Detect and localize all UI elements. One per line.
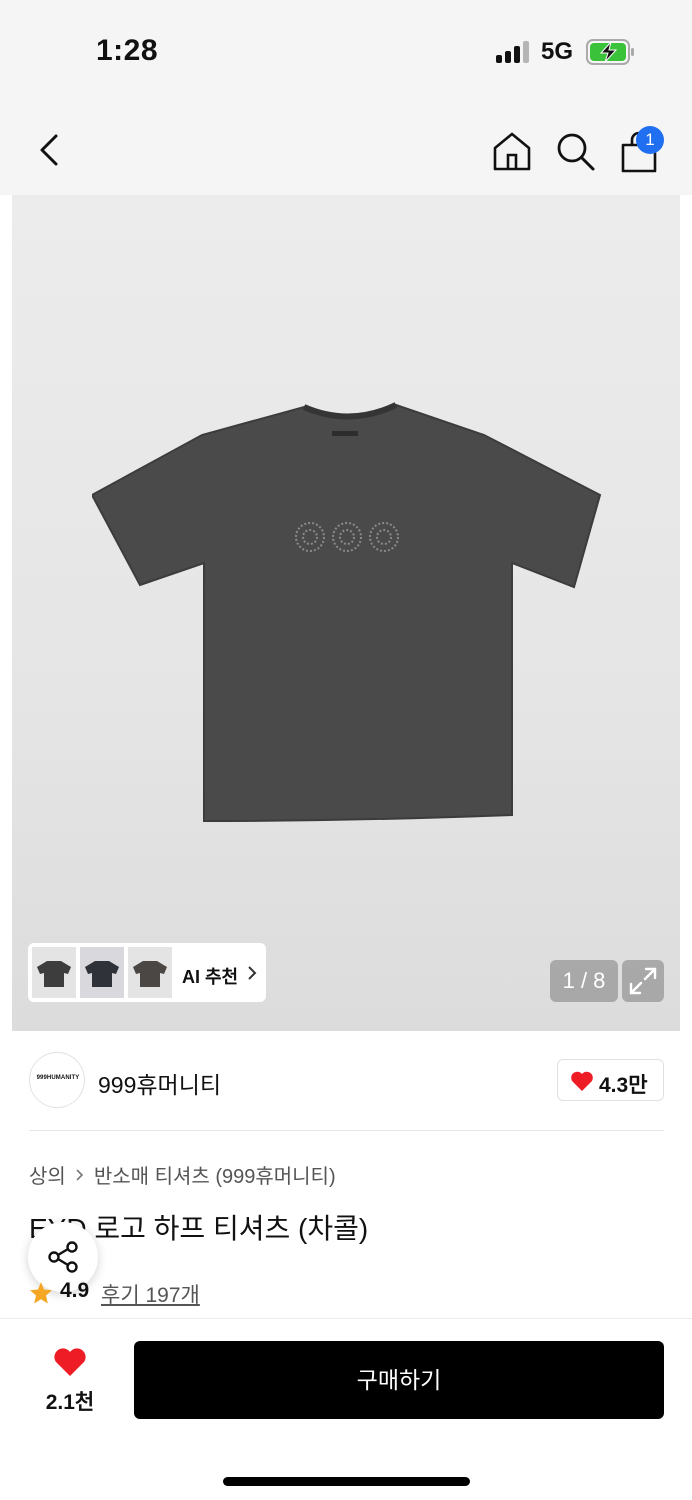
brand-like-button[interactable]: 4.3만: [557, 1059, 664, 1101]
review-link[interactable]: 후기 197개: [101, 1279, 200, 1309]
cart-count-badge: 1: [636, 126, 664, 154]
image-page-counter: 1 / 8: [550, 960, 618, 1002]
home-icon[interactable]: [490, 130, 534, 172]
search-icon[interactable]: [554, 130, 596, 172]
share-icon: [48, 1241, 78, 1273]
ai-recommend-label: AI 추천: [182, 967, 239, 987]
breadcrumb-item[interactable]: 반소매 티셔츠 (999휴머니티): [94, 1160, 336, 1189]
chevron-right-icon: [76, 1168, 83, 1181]
product-image[interactable]: [92, 395, 612, 835]
product-gallery[interactable]: AI 추천 1 / 8: [12, 195, 680, 1031]
brand-logo[interactable]: 999HUMANITY: [29, 1052, 85, 1108]
divider: [29, 1130, 664, 1131]
rating-value: 4.9: [60, 1279, 90, 1302]
heart-icon: [571, 1071, 593, 1091]
wishlist-count: 2.1천: [45, 1391, 95, 1414]
brand-name[interactable]: 999휴머니티: [98, 1066, 221, 1100]
ai-recommend-button[interactable]: AI 추천: [28, 943, 266, 1002]
status-time: 1:28: [96, 34, 159, 67]
recommend-thumbnail[interactable]: [80, 947, 124, 998]
brand-logo-text: 999HUMANITY: [36, 1075, 80, 1081]
buy-button[interactable]: 구매하기: [134, 1341, 664, 1419]
chevron-right-icon: [248, 966, 257, 980]
breadcrumb-item[interactable]: 상의: [29, 1160, 66, 1189]
star-icon: [30, 1282, 52, 1304]
recommend-thumbnail[interactable]: [32, 947, 76, 998]
back-icon[interactable]: [30, 130, 70, 170]
brand-like-count: 4.3만: [599, 1074, 648, 1097]
top-nav: [0, 100, 692, 195]
battery-charging-icon: [586, 39, 634, 65]
status-bar: 1:28 5G: [0, 0, 692, 100]
expand-icon: [629, 967, 657, 995]
signal-icon: [496, 41, 532, 63]
recommend-thumbnail[interactable]: [128, 947, 172, 998]
home-indicator: [223, 1477, 470, 1486]
breadcrumb: 상의 반소매 티셔츠 (999휴머니티): [29, 1160, 336, 1189]
wishlist-heart-icon[interactable]: [52, 1346, 88, 1378]
network-label: 5G: [541, 38, 574, 65]
expand-button[interactable]: [622, 960, 664, 1002]
